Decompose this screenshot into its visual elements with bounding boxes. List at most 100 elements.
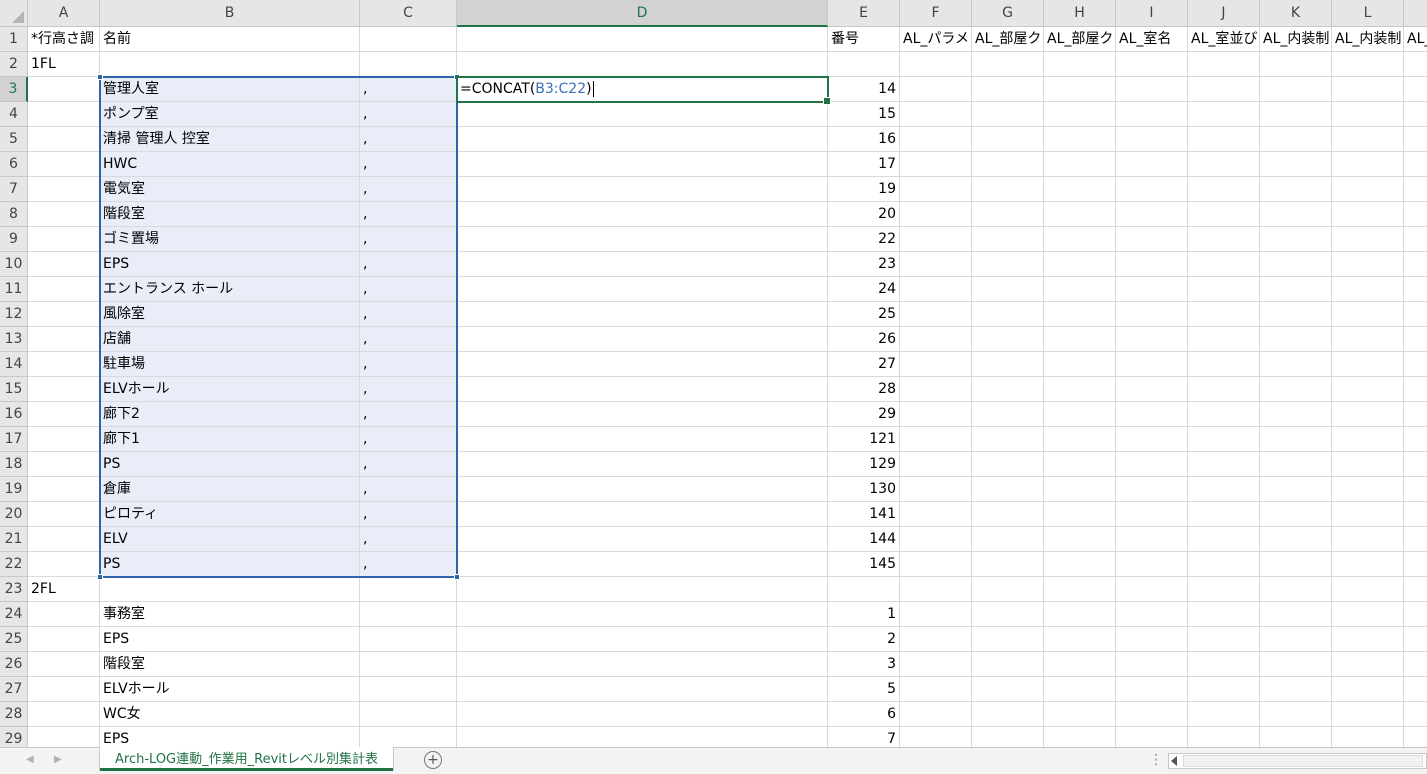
cell-i7[interactable] — [1116, 177, 1188, 202]
cell-f10[interactable] — [900, 252, 972, 277]
cell-k29[interactable] — [1260, 727, 1332, 747]
cell-c12[interactable]: , — [360, 302, 457, 327]
cell-d15[interactable] — [457, 377, 828, 402]
cell-i14[interactable] — [1116, 352, 1188, 377]
cell-i4[interactable] — [1116, 102, 1188, 127]
cell-i12[interactable] — [1116, 302, 1188, 327]
cell-c21[interactable]: , — [360, 527, 457, 552]
cell-l12[interactable] — [1332, 302, 1404, 327]
cell-m5[interactable] — [1404, 127, 1427, 152]
cell-h3[interactable] — [1044, 77, 1116, 102]
cell-d24[interactable] — [457, 602, 828, 627]
cell-j24[interactable] — [1188, 602, 1260, 627]
next-sheet-icon[interactable]: ▶ — [54, 754, 62, 765]
cell-h23[interactable] — [1044, 577, 1116, 602]
cell-l22[interactable] — [1332, 552, 1404, 577]
cell-m1[interactable]: AL_ — [1404, 27, 1427, 52]
cell-a5[interactable] — [28, 127, 100, 152]
column-header-e[interactable]: E — [828, 0, 900, 27]
cell-e4[interactable]: 15 — [828, 102, 900, 127]
cell-m25[interactable] — [1404, 627, 1427, 652]
cell-g26[interactable] — [972, 652, 1044, 677]
cell-f19[interactable] — [900, 477, 972, 502]
cell-d22[interactable] — [457, 552, 828, 577]
cell-f6[interactable] — [900, 152, 972, 177]
cell-e2[interactable] — [828, 52, 900, 77]
cell-k28[interactable] — [1260, 702, 1332, 727]
cell-j1[interactable]: AL_室並び — [1188, 27, 1260, 52]
cell-j11[interactable] — [1188, 277, 1260, 302]
cell-l23[interactable] — [1332, 577, 1404, 602]
cell-l6[interactable] — [1332, 152, 1404, 177]
cell-a8[interactable] — [28, 202, 100, 227]
cell-f11[interactable] — [900, 277, 972, 302]
cell-e26[interactable]: 3 — [828, 652, 900, 677]
cell-g14[interactable] — [972, 352, 1044, 377]
cell-g25[interactable] — [972, 627, 1044, 652]
cell-e10[interactable]: 23 — [828, 252, 900, 277]
cell-d25[interactable] — [457, 627, 828, 652]
row-header-29[interactable]: 29 — [0, 727, 28, 747]
cell-a13[interactable] — [28, 327, 100, 352]
column-header-m[interactable] — [1404, 0, 1427, 27]
cell-g8[interactable] — [972, 202, 1044, 227]
cell-b20[interactable]: ピロティ — [100, 502, 360, 527]
cell-d21[interactable] — [457, 527, 828, 552]
cell-i24[interactable] — [1116, 602, 1188, 627]
cell-c5[interactable]: , — [360, 127, 457, 152]
cell-h24[interactable] — [1044, 602, 1116, 627]
cell-b3[interactable]: 管理人室 — [100, 77, 360, 102]
row-header-7[interactable]: 7 — [0, 177, 28, 202]
column-header-b[interactable]: B — [100, 0, 360, 27]
cell-a7[interactable] — [28, 177, 100, 202]
row-header-15[interactable]: 15 — [0, 377, 28, 402]
cell-e23[interactable] — [828, 577, 900, 602]
row-header-19[interactable]: 19 — [0, 477, 28, 502]
cell-b6[interactable]: HWC — [100, 152, 360, 177]
cell-b8[interactable]: 階段室 — [100, 202, 360, 227]
cell-h9[interactable] — [1044, 227, 1116, 252]
cell-f5[interactable] — [900, 127, 972, 152]
cell-k12[interactable] — [1260, 302, 1332, 327]
sheet-tab-active[interactable]: Arch-LOG連動_作業用_Revitレベル別集計表 — [100, 747, 393, 771]
cell-m16[interactable] — [1404, 402, 1427, 427]
cell-h7[interactable] — [1044, 177, 1116, 202]
row-header-21[interactable]: 21 — [0, 527, 28, 552]
cell-d27[interactable] — [457, 677, 828, 702]
cell-k14[interactable] — [1260, 352, 1332, 377]
cell-j3[interactable] — [1188, 77, 1260, 102]
cell-e24[interactable]: 1 — [828, 602, 900, 627]
cell-m29[interactable] — [1404, 727, 1427, 747]
cell-j18[interactable] — [1188, 452, 1260, 477]
cell-j28[interactable] — [1188, 702, 1260, 727]
cell-i20[interactable] — [1116, 502, 1188, 527]
column-header-d[interactable]: D — [457, 0, 828, 27]
cell-f1[interactable]: AL_パラメ — [900, 27, 972, 52]
row-header-13[interactable]: 13 — [0, 327, 28, 352]
cell-i17[interactable] — [1116, 427, 1188, 452]
range-corner-handle[interactable] — [97, 74, 103, 80]
cell-h8[interactable] — [1044, 202, 1116, 227]
cell-a29[interactable] — [28, 727, 100, 747]
row-header-1[interactable]: 1 — [0, 27, 28, 52]
cell-l17[interactable] — [1332, 427, 1404, 452]
cell-g16[interactable] — [972, 402, 1044, 427]
cell-d17[interactable] — [457, 427, 828, 452]
cell-g28[interactable] — [972, 702, 1044, 727]
cell-k6[interactable] — [1260, 152, 1332, 177]
cell-d14[interactable] — [457, 352, 828, 377]
cell-l26[interactable] — [1332, 652, 1404, 677]
cell-h5[interactable] — [1044, 127, 1116, 152]
cell-j29[interactable] — [1188, 727, 1260, 747]
row-header-6[interactable]: 6 — [0, 152, 28, 177]
cell-j8[interactable] — [1188, 202, 1260, 227]
cell-b27[interactable]: ELVホール — [100, 677, 360, 702]
cell-f27[interactable] — [900, 677, 972, 702]
cell-b15[interactable]: ELVホール — [100, 377, 360, 402]
cell-j13[interactable] — [1188, 327, 1260, 352]
cell-m28[interactable] — [1404, 702, 1427, 727]
cell-l18[interactable] — [1332, 452, 1404, 477]
cell-a20[interactable] — [28, 502, 100, 527]
cell-a15[interactable] — [28, 377, 100, 402]
cell-a27[interactable] — [28, 677, 100, 702]
